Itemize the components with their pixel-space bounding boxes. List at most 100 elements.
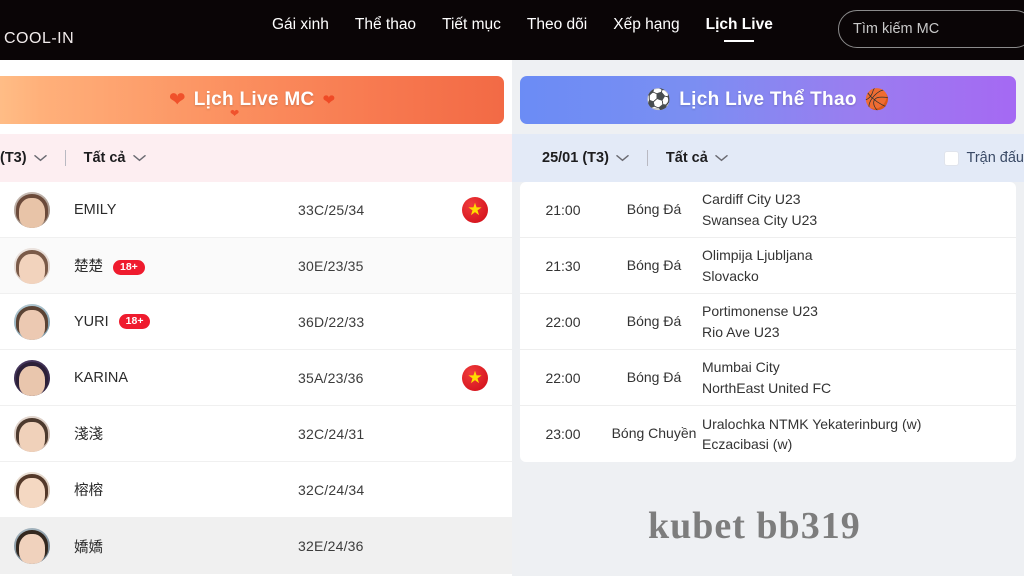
match-teams: Portimonense U23 Rio Ave U23 [702,301,818,342]
sports-filter-bar: 25/01 (T3) Tất cả Trận đấu [512,134,1024,182]
mc-stats: 30E/23/35 [298,257,364,274]
match-filter-checkbox[interactable] [943,150,959,166]
sports-banner: ⚽ Lịch Live Thể Thao 🏀 [520,76,1016,124]
match-sport: Bóng Đá [626,200,682,217]
chevron-down-icon[interactable] [616,154,629,162]
mc-name: 楚楚 18+ [74,255,145,276]
match-sport: Bóng Đá [626,368,682,385]
watermark: kubet bb319 [648,505,861,547]
age-badge: 18+ [118,314,151,330]
chevron-down-icon[interactable] [715,154,728,162]
sports-banner-title: Lịch Live Thể Thao [679,89,857,110]
top-navigation-bar: COOL-IN Gái xinh Thể thao Tiết mục Theo … [0,0,1024,60]
panels-container: ❤ Lịch Live MC ❤ ❤ (T3) Tất cả EMILY 33C… [0,60,1024,576]
filter-divider [646,150,648,166]
match-filter-toggle[interactable]: Trận đấu [943,150,1024,166]
vietnam-flag-icon: ★ [462,196,488,223]
mc-name: KARINA [74,369,128,386]
match-sport: Bóng Đá [626,312,682,329]
avatar [14,191,50,228]
mc-stats: 32E/24/36 [298,538,364,554]
table-row[interactable]: 23:00 Bóng Chuyền Uralochka NTMK Yekater… [520,406,1016,462]
table-row[interactable]: 21:00 Bóng Đá Cardiff City U23 Swansea C… [520,182,1016,238]
home-team: Olimpija Ljubljana [702,247,813,264]
avatar [14,415,50,452]
match-teams: Uralochka NTMK Yekaterinburg (w) Eczacib… [702,414,921,455]
mc-stats: 32C/24/34 [298,481,365,498]
sports-schedule-panel: ⚽ Lịch Live Thể Thao 🏀 25/01 (T3) Tất cả… [512,60,1024,576]
sports-date-filter-label: 25/01 (T3) [542,150,609,166]
match-teams: Cardiff City U23 Swansea City U23 [702,189,817,230]
away-team: Eczacibasi (w) [702,436,793,452]
table-row[interactable]: 22:00 Bóng Đá Mumbai City NorthEast Unit… [520,350,1016,406]
mc-name: EMILY [74,201,117,218]
mc-name-text: 楚楚 [74,259,103,275]
nav-item-xep-hang[interactable]: Xếp hạng [613,16,679,40]
vietnam-flag-icon: ★ [462,364,488,391]
mc-stats: 36D/22/33 [298,313,365,330]
table-row[interactable]: 淺淺 32C/24/31 [0,406,512,462]
table-row[interactable]: 嬌嬌 32E/24/36 [0,518,512,574]
mc-name-text: YURI [74,313,109,330]
chevron-down-icon[interactable] [33,154,47,162]
sports-date-filter[interactable]: 25/01 (T3) [542,150,629,166]
mc-category-filter-label: Tất cả [83,150,126,166]
soccer-ball-icon: ⚽ [646,89,672,111]
away-team: Slovacko [702,267,759,284]
table-row[interactable]: 22:00 Bóng Đá Portimonense U23 Rio Ave U… [520,294,1016,350]
avatar [14,471,50,508]
home-team: Mumbai City [702,359,780,376]
match-teams: Mumbai City NorthEast United FC [702,357,831,398]
avatar [14,359,50,396]
mc-date-filter[interactable]: (T3) [0,150,47,166]
site-logo[interactable]: COOL-IN [4,30,74,48]
nav-item-lich-live[interactable]: Lịch Live [706,16,773,40]
mc-date-filter-label: (T3) [0,150,27,166]
match-time: 21:30 [545,257,581,274]
away-team: NorthEast United FC [702,379,832,396]
mc-schedule-panel: ❤ Lịch Live MC ❤ ❤ (T3) Tất cả EMILY 33C… [0,60,512,576]
mc-stats: 33C/25/34 [298,201,365,218]
main-nav: Gái xinh Thể thao Tiết mục Theo dõi Xếp … [272,16,773,40]
home-team: Cardiff City U23 [702,191,801,208]
table-row[interactable]: EMILY 33C/25/34 ★ [0,182,512,238]
mc-name: YURI 18+ [74,313,151,330]
heart-icon-small: ❤ [322,91,336,109]
home-team: Portimonense U23 [702,303,818,320]
mc-filter-bar: (T3) Tất cả [0,134,512,182]
mc-category-filter[interactable]: Tất cả [84,150,146,166]
avatar [14,528,50,564]
heart-icon: ❤ [168,89,186,111]
search-input[interactable] [853,21,1024,37]
match-teams: Olimpija Ljubljana Slovacko [702,245,813,286]
match-sport: Bóng Đá [626,256,682,273]
table-row[interactable]: YURI 18+ 36D/22/33 [0,294,512,350]
basketball-icon: 🏀 [864,89,890,111]
nav-item-tiet-muc[interactable]: Tiết mục [442,16,501,40]
match-time: 23:00 [545,426,581,442]
mc-name: 嬌嬌 [74,539,103,556]
avatar [14,303,50,340]
table-row[interactable]: KARINA 35A/23/36 ★ [0,350,512,406]
away-team: Rio Ave U23 [702,323,780,340]
sports-category-filter[interactable]: Tất cả [666,150,728,166]
sports-category-filter-label: Tất cả [665,150,708,166]
match-time: 21:00 [545,201,581,218]
page-root: COOL-IN Gái xinh Thể thao Tiết mục Theo … [0,0,1024,576]
mc-stats: 35A/23/36 [298,369,364,386]
nav-item-the-thao[interactable]: Thể thao [355,16,416,40]
mc-name: 榕榕 [74,483,103,499]
table-row[interactable]: 21:30 Bóng Đá Olimpija Ljubljana Slovack… [520,238,1016,294]
nav-item-gai-xinh[interactable]: Gái xinh [272,16,329,40]
mc-name: 淺淺 [74,427,103,443]
chevron-down-icon[interactable] [132,154,146,162]
avatar [14,247,50,284]
table-row[interactable]: 榕榕 32C/24/34 [0,462,512,518]
table-row[interactable]: 楚楚 18+ 30E/23/35 [0,238,512,294]
match-time: 22:00 [545,313,581,330]
mc-list: EMILY 33C/25/34 ★ 楚楚 18+ 30E/23/35 YURI … [0,182,512,574]
nav-item-theo-doi[interactable]: Theo dõi [527,16,587,40]
mc-banner-title: Lịch Live MC [193,89,315,110]
search-box[interactable] [838,10,1024,48]
sports-list: 21:00 Bóng Đá Cardiff City U23 Swansea C… [520,182,1016,462]
